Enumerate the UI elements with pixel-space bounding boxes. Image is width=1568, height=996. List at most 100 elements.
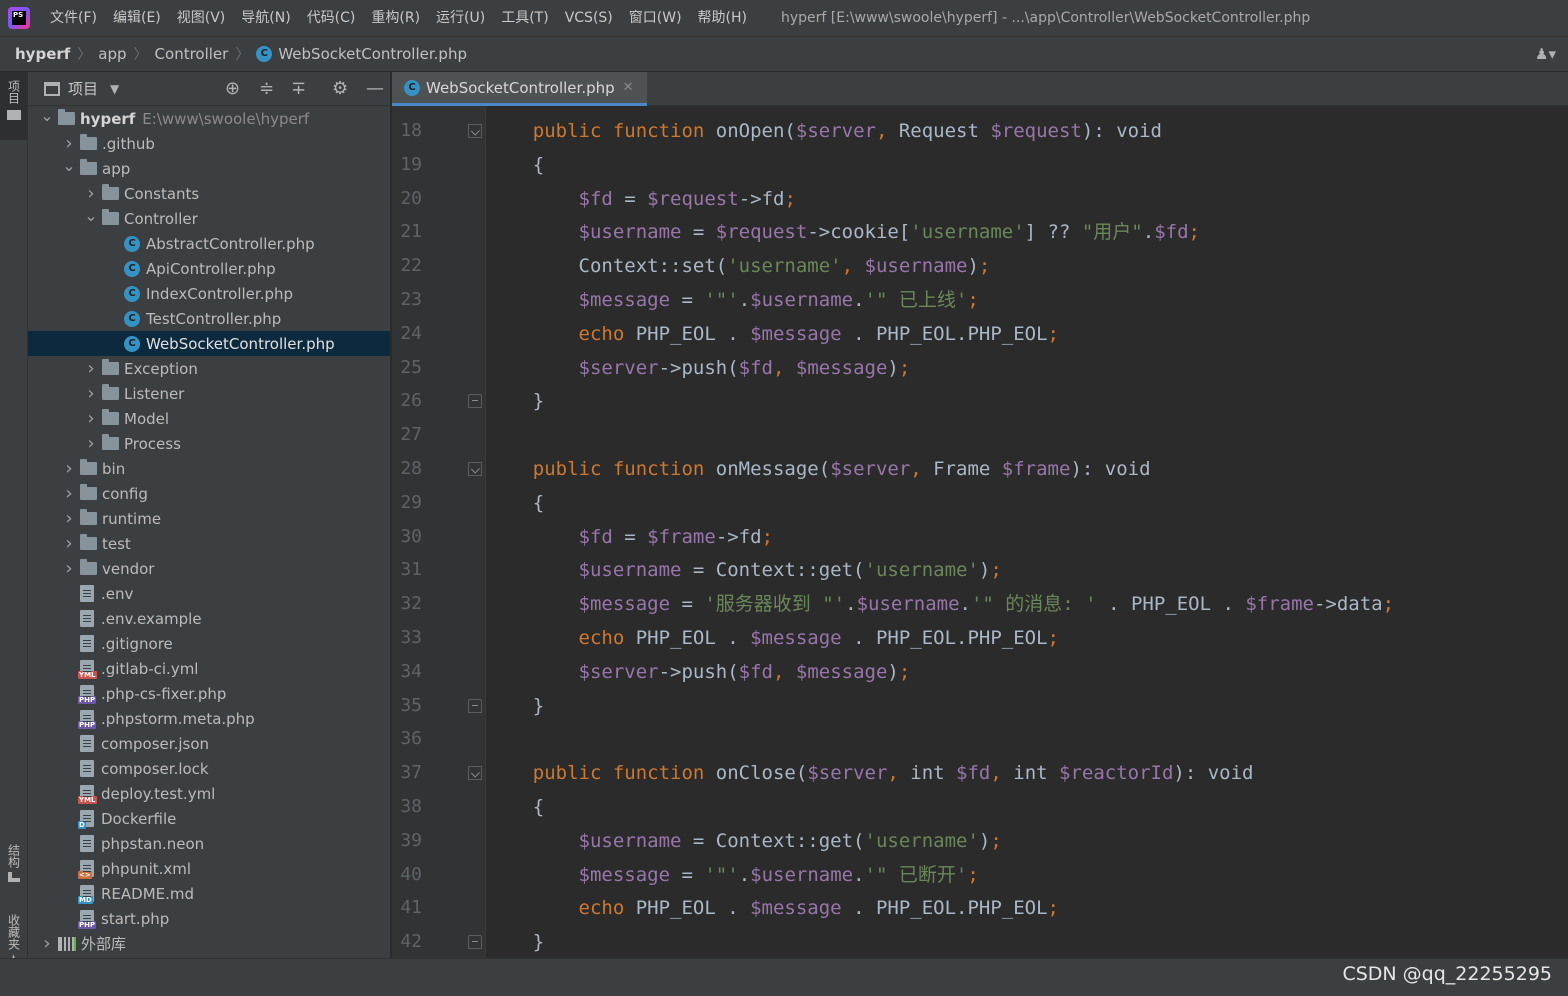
breadcrumb-file[interactable]: C WebSocketController.php [256, 45, 467, 63]
menu-file[interactable]: 文件(F) [42, 0, 105, 36]
hide-panel-icon[interactable]: — [366, 79, 384, 99]
tree-item-label: ApiController.php [146, 259, 276, 278]
tab-websocketcontroller[interactable]: C WebSocketController.php ✕ [392, 72, 647, 106]
chevron-right-icon[interactable]: › [58, 483, 80, 504]
tree-item[interactable]: ›composer.lock [28, 756, 390, 781]
fold-close-icon[interactable] [468, 394, 482, 409]
code-token: '服务器收到 "' [704, 593, 846, 616]
chevron-right-icon[interactable]: › [36, 933, 58, 954]
menu-refactor[interactable]: 重构(R) [363, 0, 428, 36]
menu-run[interactable]: 运行(U) [428, 0, 493, 36]
chevron-right-icon[interactable]: › [58, 508, 80, 529]
project-tool-button[interactable]: 项目 [0, 72, 27, 140]
tree-item[interactable]: › config [28, 481, 390, 506]
tree-item[interactable]: › 外部库 [28, 931, 390, 956]
close-icon[interactable]: ✕ [623, 80, 634, 95]
chevron-right-icon[interactable]: › [80, 383, 102, 404]
tree-item[interactable]: ›.php-cs-fixer.php [28, 681, 390, 706]
tree-item[interactable]: › Process [28, 431, 390, 456]
menu-code[interactable]: 代码(C) [299, 0, 364, 36]
php-class-icon: C [124, 335, 140, 352]
project-panel-title[interactable]: 项目 [68, 78, 98, 99]
chevron-right-icon[interactable]: › [80, 358, 102, 379]
fold-open-icon[interactable] [468, 462, 482, 476]
tree-item-label: Controller [124, 209, 198, 228]
code-token: ; [978, 255, 991, 278]
structure-tool-button[interactable]: 结构 [0, 844, 27, 882]
tree-item[interactable]: ⌄ Controller [28, 206, 390, 231]
tree-item[interactable]: ›.env [28, 581, 390, 606]
code-token: onClose( [715, 762, 808, 785]
menu-edit[interactable]: 编辑(E) [105, 0, 169, 36]
watermark-text: CSDN @qq_22255295 [1342, 963, 1552, 985]
tree-item[interactable]: › Exception [28, 356, 390, 381]
tree-item-label: TestController.php [146, 309, 282, 328]
tree-item[interactable]: ›README.md [28, 881, 390, 906]
tree-item[interactable]: ›CAbstractController.php [28, 231, 390, 256]
fold-close-icon[interactable] [468, 698, 482, 713]
chevron-down-icon[interactable]: ⌄ [58, 157, 80, 173]
tree-item[interactable]: › test [28, 531, 390, 556]
tree-item[interactable]: › vendor [28, 556, 390, 581]
tree-item[interactable]: ›phpstan.neon [28, 831, 390, 856]
tree-item[interactable]: ›composer.json [28, 731, 390, 756]
tree-item[interactable]: › Constants [28, 181, 390, 206]
tree-item[interactable]: ›.env.example [28, 606, 390, 631]
tree-item[interactable]: › runtime [28, 506, 390, 531]
code-token: $message [750, 897, 842, 920]
tree-item[interactable]: ›deploy.test.yml [28, 781, 390, 806]
menu-navigate[interactable]: 导航(N) [233, 0, 298, 36]
chevron-right-icon[interactable]: › [80, 408, 102, 429]
code-editor[interactable]: public function onOpen($server, Request … [487, 106, 1568, 958]
chevron-right-icon[interactable]: › [58, 533, 80, 554]
menu-vcs[interactable]: VCS(S) [557, 0, 621, 36]
tree-item[interactable]: ›.phpstorm.meta.php [28, 706, 390, 731]
tree-item[interactable]: ›.gitignore [28, 631, 390, 656]
menu-help[interactable]: 帮助(H) [690, 0, 755, 36]
chevron-right-icon[interactable]: › [80, 433, 102, 454]
tree-item[interactable]: ›Dockerfile [28, 806, 390, 831]
chevron-right-icon[interactable]: › [80, 183, 102, 204]
code-line: public function onOpen($server, Request … [487, 114, 1162, 148]
tree-item[interactable]: ›start.php [28, 906, 390, 931]
tree-item[interactable]: ›CWebSocketController.php [28, 331, 390, 356]
menu-window[interactable]: 窗口(W) [621, 0, 690, 36]
collapse-all-icon[interactable]: ∓ [291, 79, 306, 99]
chevron-down-icon[interactable]: ▼ [110, 82, 119, 96]
tree-item[interactable]: ⌄ app [28, 156, 390, 181]
tree-item[interactable]: › Model [28, 406, 390, 431]
breadcrumb-controller[interactable]: Controller [155, 45, 229, 63]
chevron-right-icon[interactable]: › [58, 133, 80, 154]
chevron-down-icon[interactable]: ⌄ [36, 107, 58, 123]
code-token: $fd [738, 356, 773, 379]
code-token: . PHP_EOL.PHP_EOL [841, 897, 1048, 920]
gear-icon[interactable]: ⚙ [332, 79, 348, 99]
tree-item[interactable]: ›CApiController.php [28, 256, 390, 281]
expand-all-icon[interactable]: ≑ [259, 79, 274, 99]
fold-open-icon[interactable] [468, 124, 482, 138]
tree-item[interactable]: ›phpunit.xml [28, 856, 390, 881]
breadcrumb-project[interactable]: hyperf [15, 45, 70, 63]
chevron-right-icon[interactable]: › [58, 458, 80, 479]
tree-item[interactable]: ›CIndexController.php [28, 281, 390, 306]
chevron-down-icon[interactable]: ⌄ [80, 207, 102, 223]
tree-item[interactable]: › bin [28, 456, 390, 481]
menu-tools[interactable]: 工具(T) [493, 0, 556, 36]
fold-open-icon[interactable] [468, 766, 482, 781]
editor-gutter: 18 19 20 21 22 23 24 25 26 27 28 29 30 31 32 33 34 35 36 37… [392, 106, 486, 958]
project-tool-label: 项目 [6, 80, 21, 104]
menu-view[interactable]: 视图(V) [169, 0, 234, 36]
tree-item[interactable]: ⌄ hyperf E:\www\swoole\hyperf [28, 106, 390, 131]
user-account-icon[interactable]: ♟▾ [1535, 45, 1556, 63]
tree-item[interactable]: › .github [28, 131, 390, 156]
locate-file-icon[interactable]: ⊕ [225, 79, 240, 99]
code-token: $message [578, 863, 671, 886]
tree-item[interactable]: ›.gitlab-ci.yml [28, 656, 390, 681]
tree-item-label: hyperf [80, 109, 136, 128]
tree-item[interactable]: ›CTestController.php [28, 306, 390, 331]
breadcrumb-app[interactable]: app [98, 45, 126, 63]
code-line: echo PHP_EOL . $message . PHP_EOL.PHP_EO… [487, 621, 1059, 655]
fold-close-icon[interactable] [468, 935, 482, 950]
chevron-right-icon[interactable]: › [58, 558, 80, 579]
tree-item[interactable]: › Listener [28, 381, 390, 406]
